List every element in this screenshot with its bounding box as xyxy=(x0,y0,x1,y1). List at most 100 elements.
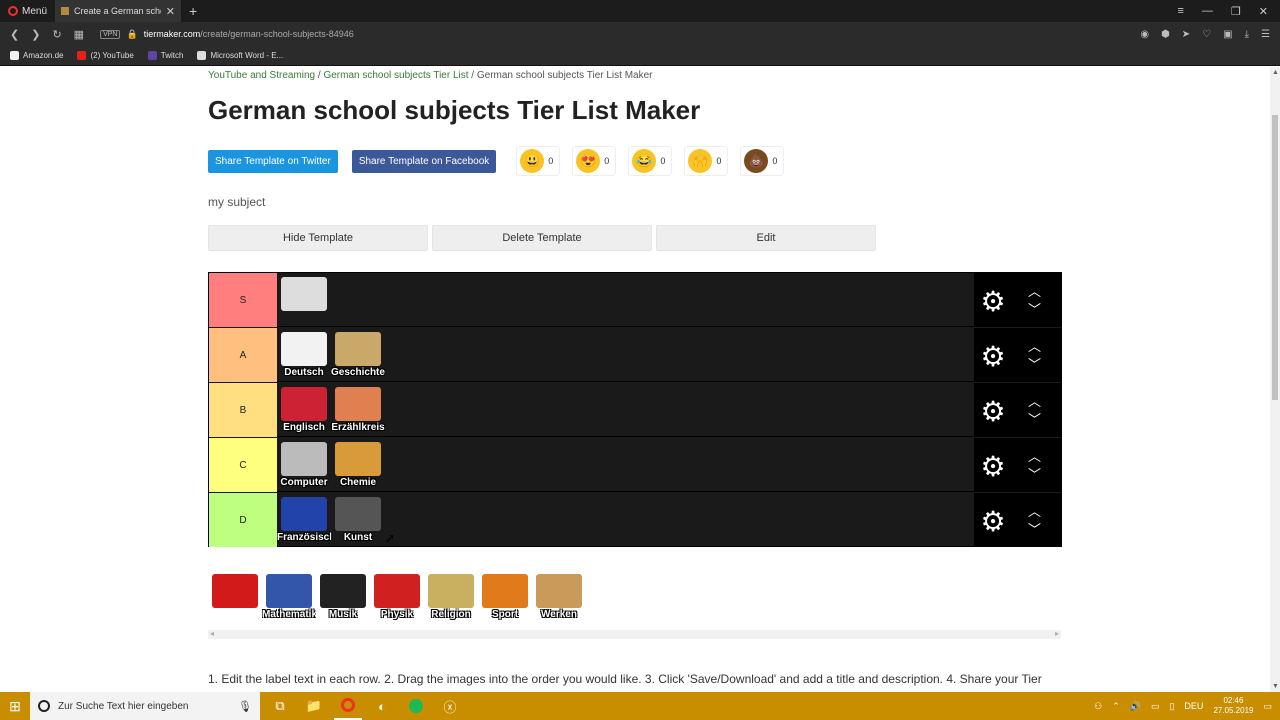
easy-setup-icon[interactable]: ≡ xyxy=(1177,5,1183,18)
subject-caption: Computer xyxy=(280,477,328,488)
reload-icon[interactable]: ↻ xyxy=(52,28,61,41)
pool-image-item[interactable]: Werken xyxy=(532,570,586,624)
pool-image-item[interactable]: Religion xyxy=(424,570,478,624)
bookmark-youtube[interactable]: (2) YouTube xyxy=(77,51,134,60)
download-icon[interactable]: ⤓ xyxy=(1245,29,1249,40)
windows-start-icon[interactable]: ⊞ xyxy=(0,692,30,720)
clock[interactable]: 02:46 27.05.2019 xyxy=(1213,696,1253,716)
tier-image-item[interactable]: Kunst xyxy=(331,493,385,547)
gear-icon[interactable]: ⚙ xyxy=(978,507,1008,537)
tier-image-item[interactable]: Computer xyxy=(277,438,331,492)
forward-icon[interactable]: ❯ xyxy=(31,28,40,41)
chevron-up-icon[interactable]: ︿ xyxy=(1028,501,1041,520)
chevron-up-icon[interactable]: ︿ xyxy=(1028,391,1041,410)
battery-icon[interactable]: ▯ xyxy=(1169,701,1174,712)
chevron-down-icon[interactable]: ﹀ xyxy=(1028,299,1041,318)
breadcrumb-link-category[interactable]: YouTube and Streaming xyxy=(208,70,315,81)
volume-icon[interactable]: 🔊 xyxy=(1130,701,1141,712)
chevron-up-icon[interactable]: ︿ xyxy=(1028,281,1041,300)
reaction-smile[interactable]: 😃 0 xyxy=(516,146,561,176)
browser-tab[interactable]: Create a German school su ✕ xyxy=(55,0,182,22)
adblock-icon[interactable]: ⬢ xyxy=(1161,29,1170,40)
tier-image-item[interactable] xyxy=(277,273,331,327)
camera-icon[interactable]: ◉ xyxy=(1140,29,1149,40)
reaction-love[interactable]: 😍 0 xyxy=(572,146,617,176)
discord-icon[interactable]: ◐ xyxy=(368,692,396,720)
delete-template-button[interactable]: Delete Template xyxy=(432,225,652,251)
scroll-down-icon[interactable]: ▼ xyxy=(1272,683,1279,690)
bookmark-twitch[interactable]: Twitch xyxy=(147,51,183,60)
edit-button[interactable]: Edit xyxy=(656,225,876,251)
spotify-icon[interactable] xyxy=(402,692,430,720)
share-twitter-button[interactable]: Share Template on Twitter xyxy=(208,149,338,173)
tier-image-item[interactable]: Deutsch xyxy=(277,328,331,382)
chevron-down-icon[interactable]: ﹀ xyxy=(1028,464,1041,483)
share-facebook-button[interactable]: Share Template on Facebook xyxy=(351,149,497,173)
tier-image-item[interactable]: Englisch xyxy=(277,383,331,437)
tier-image-item[interactable]: Erzählkreis xyxy=(331,383,385,437)
microphone-icon[interactable]: 🎙 xyxy=(238,700,252,713)
notifications-icon[interactable]: ▭ xyxy=(1263,701,1272,712)
gear-icon[interactable]: ⚙ xyxy=(978,397,1008,427)
breadcrumb-link-tierlist[interactable]: German school subjects Tier List xyxy=(323,70,468,81)
pool-image-item[interactable]: Mathematik xyxy=(262,570,316,624)
pool-image-item[interactable]: Physik xyxy=(370,570,424,624)
chevron-down-icon[interactable]: ﹀ xyxy=(1028,354,1041,373)
scroll-right-icon[interactable]: ▸ xyxy=(1055,629,1059,638)
back-icon[interactable]: ❮ xyxy=(10,28,19,41)
tier-image-item[interactable]: Französisch xyxy=(277,493,331,547)
restore-icon[interactable]: ❐ xyxy=(1231,5,1241,18)
opera-taskbar-icon[interactable] xyxy=(334,692,362,720)
opera-menu-button[interactable]: Menü xyxy=(0,0,55,22)
tier-label[interactable]: S xyxy=(209,273,277,327)
gear-icon[interactable]: ⚙ xyxy=(978,342,1008,372)
send-icon[interactable]: ➤ xyxy=(1182,29,1190,40)
chevron-up-icon[interactable]: ︿ xyxy=(1028,446,1041,465)
tier-label[interactable]: B xyxy=(209,383,277,437)
more-menu-icon[interactable]: ☰ xyxy=(1261,29,1270,40)
scroll-left-icon[interactable]: ◂ xyxy=(210,629,214,638)
gear-icon[interactable]: ⚙ xyxy=(978,452,1008,482)
url-field[interactable]: tiermaker.com/create/german-school-subje… xyxy=(144,29,354,39)
reaction-laugh[interactable]: 😂 0 xyxy=(628,146,673,176)
scrollbar-thumb[interactable] xyxy=(1272,115,1278,400)
tray-expand-icon[interactable]: ⌃ xyxy=(1112,701,1120,712)
new-tab-icon[interactable]: + xyxy=(181,3,205,19)
close-window-icon[interactable]: ✕ xyxy=(1259,5,1268,18)
tier-label[interactable]: C xyxy=(209,438,277,492)
pool-image-item[interactable] xyxy=(208,570,262,624)
page-scrollbar[interactable]: ▲ ▼ xyxy=(1270,67,1280,692)
taskbar-search[interactable]: Zur Suche Text hier eingeben 🎙 xyxy=(30,692,260,720)
file-explorer-icon[interactable]: 📁 xyxy=(300,692,328,720)
hide-template-button[interactable]: Hide Template xyxy=(208,225,428,251)
tier-image-item[interactable]: Geschichte xyxy=(331,328,385,382)
xbox-icon[interactable]: ⓧ xyxy=(436,692,464,720)
bookmark-amazon[interactable]: Amazon.de xyxy=(10,51,63,60)
reaction-poop[interactable]: 💩 0 xyxy=(740,146,785,176)
pool-horizontal-scrollbar[interactable]: ◂ ▸ xyxy=(208,629,1061,639)
people-icon[interactable]: ⚇ xyxy=(1094,701,1102,712)
reaction-raised-hands[interactable]: 🙌 0 xyxy=(684,146,729,176)
chevron-down-icon[interactable]: ﹀ xyxy=(1028,409,1041,428)
tier-label[interactable]: A xyxy=(209,328,277,382)
task-view-icon[interactable]: ⧉ xyxy=(266,692,294,720)
lock-icon[interactable]: 🔒 xyxy=(126,29,137,40)
pool-image-item[interactable]: Musik xyxy=(316,570,370,624)
bookmark-word[interactable]: Microsoft Word - E... xyxy=(197,51,283,60)
chevron-up-icon[interactable]: ︿ xyxy=(1028,336,1041,355)
tier-image-item[interactable]: Chemie xyxy=(331,438,385,492)
heart-icon[interactable]: ♡ xyxy=(1202,29,1211,40)
breadcrumb-separator: / xyxy=(468,70,477,81)
network-icon[interactable]: ▭ xyxy=(1151,701,1160,712)
vpn-badge[interactable]: VPN xyxy=(100,29,121,39)
extension-icon[interactable]: ▣ xyxy=(1223,29,1232,40)
chevron-down-icon[interactable]: ﹀ xyxy=(1028,519,1041,538)
tier-label[interactable]: D xyxy=(209,493,277,547)
tab-close-icon[interactable]: ✕ xyxy=(166,5,175,18)
scroll-up-icon[interactable]: ▲ xyxy=(1272,69,1279,76)
speed-dial-icon[interactable]: ▦ xyxy=(74,28,84,41)
pool-image-item[interactable]: Sport xyxy=(478,570,532,624)
gear-icon[interactable]: ⚙ xyxy=(978,287,1008,317)
minimize-icon[interactable]: — xyxy=(1202,5,1213,18)
language-indicator[interactable]: DEU xyxy=(1184,701,1203,711)
